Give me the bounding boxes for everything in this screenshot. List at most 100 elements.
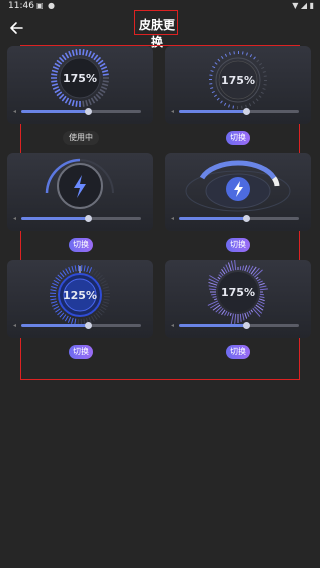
wave-tick	[209, 288, 217, 291]
gauge-tick	[210, 87, 214, 89]
gauge-tick	[210, 70, 214, 73]
gauge-value: 175%	[63, 72, 97, 85]
gauge-tick	[232, 105, 234, 109]
gauge-tick	[248, 103, 252, 107]
skin-card-4[interactable]: ◂	[165, 153, 311, 231]
gauge-tick	[255, 98, 259, 102]
skin-card-6[interactable]: 175% ◂	[165, 260, 311, 338]
gauge-tick	[61, 54, 67, 61]
system-icons: ▼ ◢ ▮	[292, 1, 314, 10]
gauge-tick	[97, 274, 103, 280]
wave-tick	[258, 282, 265, 286]
gauge-tick	[57, 274, 63, 280]
skin-slider	[179, 215, 299, 222]
gauge-tick	[82, 49, 85, 56]
gauge-tick	[95, 272, 101, 278]
skin-card-5[interactable]: 125% ◂	[7, 260, 153, 338]
in-use-button[interactable]: 使用中	[63, 131, 99, 145]
gauge-tick	[262, 87, 266, 90]
gauge-tick	[90, 52, 96, 59]
gauge-tick	[65, 268, 69, 275]
gauge-tick	[214, 62, 218, 65]
switch-button[interactable]: 切换	[69, 345, 93, 359]
wave-tick	[259, 296, 265, 299]
gauge-tick	[71, 317, 74, 324]
skin-card-2[interactable]: 175% ◂	[165, 46, 311, 124]
gauge-tick	[50, 301, 58, 304]
gauge-tick	[100, 280, 107, 284]
switch-button[interactable]: 切换	[226, 131, 250, 145]
back-button[interactable]	[8, 18, 28, 38]
wave-tick	[211, 293, 217, 296]
wave-tick	[250, 309, 254, 313]
skin-card-3[interactable]: ◂	[7, 153, 153, 231]
gauge-tick	[55, 277, 61, 282]
switch-button[interactable]: 切换	[226, 238, 250, 252]
gauge-tick	[102, 301, 109, 304]
wave-tick	[229, 312, 232, 316]
volume-icon: ◂	[13, 108, 17, 115]
gauge-tick	[62, 314, 67, 320]
gauge-tick	[259, 62, 263, 66]
gauge-tick	[209, 74, 213, 76]
gauge-tick	[86, 266, 89, 273]
gauge-tick	[97, 59, 104, 65]
gauge-tick	[64, 97, 70, 104]
gauge-tick	[223, 102, 227, 106]
switch-button[interactable]: 切换	[226, 345, 250, 359]
gauge-tick	[67, 316, 72, 323]
wave-tick	[234, 260, 237, 271]
gauge-tick	[252, 101, 256, 105]
skin-slider	[21, 108, 141, 115]
gauge-tick	[102, 73, 109, 76]
gauge-tick	[97, 91, 104, 97]
switch-button[interactable]: 切换	[69, 238, 93, 252]
wave-tick	[258, 298, 265, 302]
gauge-tick	[52, 86, 60, 90]
signal-icon: ◢	[300, 1, 308, 10]
wave-tick	[230, 313, 234, 325]
gauge-tick	[54, 62, 61, 68]
gauge-tick	[52, 66, 60, 70]
wave-tick	[242, 265, 245, 271]
gauge-tick	[52, 282, 59, 287]
gauge-tick	[260, 91, 264, 95]
gauge-tick	[82, 100, 85, 107]
gauge-tick	[97, 310, 103, 316]
wave-tick	[227, 262, 232, 272]
gauge-tick	[61, 95, 67, 102]
gauge-tick	[75, 100, 78, 107]
gauge-tick	[85, 49, 89, 56]
gauge-tick	[211, 90, 215, 94]
gauge-tick	[263, 84, 267, 86]
gauge-tick	[256, 59, 260, 63]
wave-tick	[252, 308, 261, 317]
gauge-tick	[53, 306, 60, 310]
gauge-tick	[71, 49, 75, 56]
gauge-tick	[71, 265, 74, 273]
gauge-tick	[220, 100, 223, 104]
gauge-tick	[99, 277, 105, 282]
wave-tick	[257, 280, 263, 284]
volume-icon: ◂	[171, 108, 175, 115]
gauge-tick	[229, 52, 231, 56]
volume-icon: ◂	[171, 322, 175, 329]
gauge-tick	[56, 59, 63, 65]
wave-tick	[254, 306, 263, 314]
gauge-tick	[51, 69, 58, 73]
gauge-tick	[102, 80, 109, 83]
wave-tick	[255, 276, 259, 280]
gauge-tick	[51, 73, 58, 76]
wave-tick	[208, 281, 218, 286]
wave-tick	[248, 310, 252, 315]
wave-tick	[244, 265, 248, 272]
gauge-tick	[74, 265, 77, 272]
gauge-tick	[220, 55, 224, 59]
battery-icon: ▮	[309, 1, 314, 10]
wave-tick	[242, 313, 245, 321]
skin-card-1[interactable]: 175% ◂	[7, 46, 153, 124]
gauge-tick	[102, 286, 110, 289]
gauge-tick	[261, 66, 265, 70]
gauge-tick	[68, 267, 72, 273]
wave-tick	[224, 310, 228, 316]
